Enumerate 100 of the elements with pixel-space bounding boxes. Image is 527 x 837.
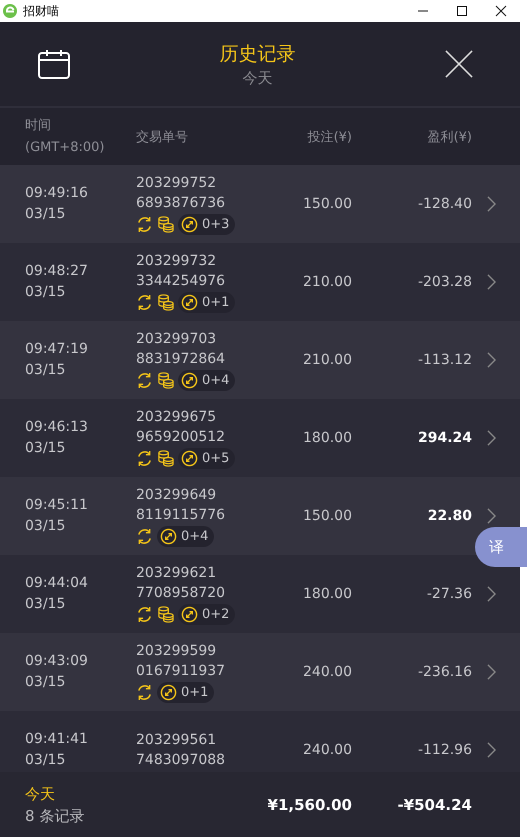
total-bet: ¥1,560.00 [266,796,352,814]
chevron-right-icon [487,664,496,680]
record-date: 03/15 [25,283,66,302]
order-number: 8119115776 [136,506,226,525]
column-subheader: (GMT+8:00) [25,138,106,156]
record-date: 03/15 [25,439,66,458]
chevron-right-icon [487,274,496,290]
profit-amount: -203.28 [416,274,472,290]
record-row[interactable]: 09:46:13 03/15 203299675 9659200512 0+5 180.00 294.24 [0,399,520,477]
profit-amount: -236.16 [416,664,472,680]
record-time: 09:47:19 [25,340,89,359]
bet-amount: 180.00 [302,430,352,446]
order-number: 203299561 [136,731,218,750]
order-number: 9659200512 [136,428,226,447]
profit-amount: -112.96 [416,742,472,758]
profit-amount: -27.36 [426,586,472,602]
refresh-icon [136,450,153,467]
order-number: 6893876736 [136,194,226,213]
record-row[interactable]: 09:47:19 03/15 203299703 8831972864 0+4 210.00 -113.12 [0,321,520,399]
refresh-icon [136,216,153,233]
column-header: 交易单号 [136,128,189,146]
record-row[interactable]: 09:48:27 03/15 203299732 3344254976 0+1 210.00 -203.28 [0,243,520,321]
footer-period: 今天 [25,784,56,804]
profit-amount: 294.24 [416,430,472,446]
record-date: 03/15 [25,205,66,224]
total-profit: -¥504.24 [396,796,472,814]
order-number: 203299621 [136,564,218,583]
expand-icon [160,528,177,545]
profit-amount: -113.12 [416,352,472,368]
page-title: 历史记录 [220,42,296,66]
bonus-badge: 0+4 [178,370,236,391]
record-date: 03/15 [25,361,66,380]
record-time: 09:44:04 [25,574,89,593]
bonus-badge: 0+4 [157,526,214,547]
order-number: 8831972864 [136,350,226,369]
chevron-right-icon [487,430,496,446]
coins-icon [157,216,174,233]
expand-icon [160,684,177,701]
bonus-badge: 0+1 [178,292,236,313]
calendar-icon[interactable] [38,49,70,79]
coins-icon [157,294,174,311]
record-row[interactable]: 09:41:41 03/15 203299561 7483097088 240.00 -112.96 [0,711,520,772]
record-time: 09:41:41 [25,730,89,749]
bonus-badge: 0+1 [157,682,214,703]
expand-icon [181,450,198,467]
order-number: 7483097088 [136,751,226,770]
chevron-right-icon [487,586,496,602]
record-time: 09:46:13 [25,418,89,437]
order-number: 203299599 [136,642,218,661]
record-time: 09:49:16 [25,184,89,203]
record-row[interactable]: 09:49:16 03/15 203299752 6893876736 0+3 150.00 -128.40 [0,165,520,243]
record-count: 8 条记录 [25,806,86,826]
record-date: 03/15 [25,751,66,770]
bet-amount: 240.00 [302,742,352,758]
profit-amount: 22.80 [426,508,472,524]
record-time: 09:48:27 [25,262,89,281]
close-icon[interactable] [495,5,507,17]
record-row[interactable]: 09:43:09 03/15 203299599 0167911937 0+1 240.00 -236.16 [0,633,520,711]
order-number: 203299703 [136,330,218,349]
column-header: 盈利(¥) [428,128,472,146]
refresh-icon [136,684,153,701]
bet-amount: 240.00 [302,664,352,680]
record-date: 03/15 [25,595,66,614]
expand-icon [181,294,198,311]
bet-amount: 180.00 [302,586,352,602]
page-subtitle: 今天 [242,68,272,88]
refresh-icon [136,372,153,389]
column-header: 时间 [25,116,52,134]
order-number: 203299732 [136,252,218,271]
order-number: 3344254976 [136,272,226,291]
order-number: 0167911937 [136,662,226,681]
chevron-right-icon [487,352,496,368]
bet-amount: 150.00 [302,196,352,212]
chevron-right-icon [487,508,496,524]
order-number: 203299675 [136,408,218,427]
chevron-right-icon [487,742,496,758]
expand-icon [181,216,198,233]
bonus-badge: 0+2 [178,604,236,625]
record-time: 09:43:09 [25,652,89,671]
record-row[interactable]: 09:44:04 03/15 203299621 7708958720 0+2 180.00 -27.36 [0,555,520,633]
refresh-icon [136,606,153,623]
refresh-icon [136,294,153,311]
coins-icon [157,450,174,467]
expand-icon [181,372,198,389]
window-title: 招财喵 [23,2,59,20]
bonus-badge: 0+3 [178,214,236,235]
profit-amount: -128.40 [416,196,472,212]
bet-amount: 210.00 [302,274,352,290]
expand-icon [181,606,198,623]
record-time: 09:45:11 [25,496,89,515]
column-header: 投注(¥) [308,128,352,146]
bet-amount: 210.00 [302,352,352,368]
record-date: 03/15 [25,673,66,692]
order-number: 203299649 [136,486,218,505]
bet-amount: 150.00 [302,508,352,524]
coins-icon [157,372,174,389]
refresh-icon [136,528,153,545]
maximize-icon[interactable] [456,5,468,17]
coins-icon [157,606,174,623]
bonus-badge: 0+5 [178,448,236,469]
